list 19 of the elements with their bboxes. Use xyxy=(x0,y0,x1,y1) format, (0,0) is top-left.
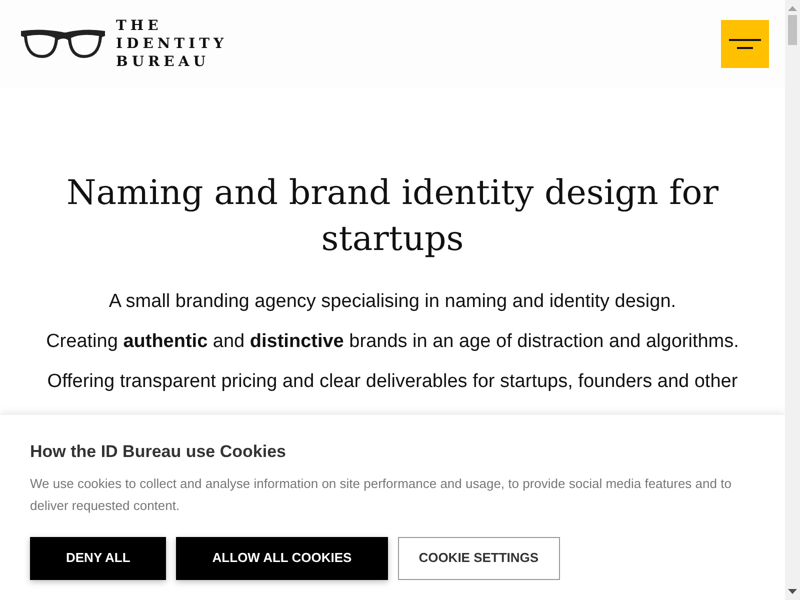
cookie-button[interactable]: COOKIE SETTINGS xyxy=(398,536,560,580)
cookie-button[interactable]: ALLOW ALL COOKIES xyxy=(176,536,388,580)
scrollbar-thumb[interactable] xyxy=(788,15,797,45)
cookie-banner-text: We use cookies to collect and analyse information on site performance and usage, to provide social media features and to deliver requested content. xyxy=(30,474,732,515)
intro-paragraph: A small branding agency specialising in naming and identity design. xyxy=(108,290,676,314)
scroll-down-icon[interactable] xyxy=(788,589,797,595)
cookie-banner-title: How the ID Bureau use Cookies xyxy=(30,441,287,463)
menu-icon xyxy=(729,39,761,49)
hero-heading: Naming and brand identity design for startups xyxy=(66,172,720,261)
scroll-up-icon[interactable] xyxy=(788,5,797,11)
menu-button[interactable] xyxy=(721,20,769,68)
logo-text-line: BUREAU xyxy=(116,53,210,71)
intro-paragraph: Offering transparent pricing and clear deliverables for startups, founders and other xyxy=(47,370,738,394)
logo-text-line: THE xyxy=(116,17,164,35)
cookie-button[interactable]: DENY ALL xyxy=(30,536,166,580)
scrollbar[interactable] xyxy=(785,0,800,600)
intro-paragraph: Creating authentic and distinctive brands in an age of distraction and algorithms. xyxy=(46,330,739,354)
glasses-logo-icon xyxy=(20,28,106,60)
logo-text-line: IDENTITY xyxy=(116,35,228,53)
